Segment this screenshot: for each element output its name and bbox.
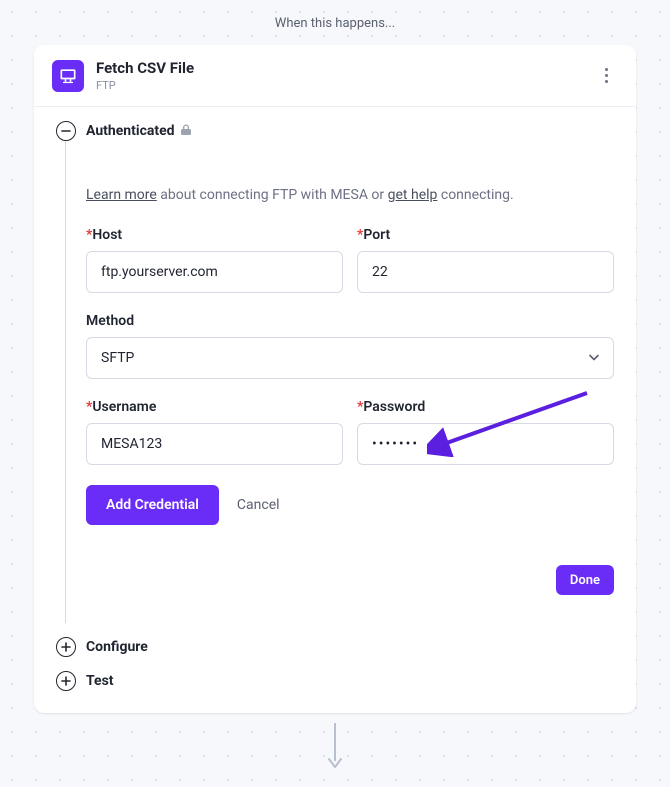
get-help-link[interactable]: get help [388,187,438,203]
password-input[interactable] [357,423,614,465]
expand-icon [56,637,76,657]
card-header: Fetch CSV File FTP [34,45,636,107]
port-label: *Port [357,227,614,243]
method-label: Method [86,313,614,329]
ftp-app-icon [52,60,84,92]
learn-more-link[interactable]: Learn more [86,187,157,203]
step-card: Fetch CSV File FTP Authenticated Learn m… [34,45,636,713]
host-input[interactable] [86,251,343,293]
more-menu-button[interactable] [594,64,618,87]
app-title: Fetch CSV File [96,59,194,77]
password-label: *Password [357,399,614,415]
trigger-label: When this happens... [0,0,670,45]
app-subtitle: FTP [96,79,194,92]
host-label: *Host [86,227,343,243]
lock-icon [181,124,191,138]
step-configure-header[interactable]: Configure [56,637,614,657]
done-button[interactable]: Done [556,565,614,595]
cancel-button[interactable]: Cancel [237,497,280,513]
step-configure-label: Configure [86,639,148,655]
step-test-header[interactable]: Test [56,671,614,691]
expand-icon [56,671,76,691]
add-credential-button[interactable]: Add Credential [86,485,219,525]
step-authenticated-header[interactable]: Authenticated [56,121,614,141]
flow-arrow-down-icon [0,723,670,769]
step-test-label: Test [86,673,114,689]
username-label: *Username [86,399,343,415]
port-input[interactable] [357,251,614,293]
username-input[interactable] [86,423,343,465]
help-text: Learn more about connecting FTP with MES… [86,187,614,203]
step-authenticated-label: Authenticated [86,123,175,139]
method-select[interactable] [86,337,614,379]
collapse-icon [56,121,76,141]
